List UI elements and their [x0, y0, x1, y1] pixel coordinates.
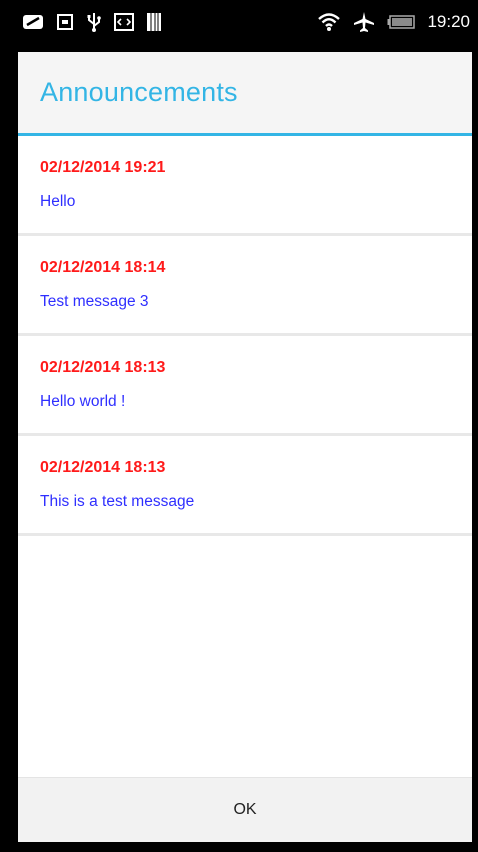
dialog-header: Announcements	[18, 52, 472, 136]
list-item[interactable]: 02/12/2014 18:13 This is a test message	[18, 436, 472, 536]
announcement-list[interactable]: 02/12/2014 19:21 Hello 02/12/2014 18:14 …	[18, 136, 472, 777]
list-item[interactable]: 02/12/2014 19:21 Hello	[18, 136, 472, 236]
dialog-footer: OK	[18, 777, 472, 842]
announcement-date: 02/12/2014 19:21	[40, 159, 166, 176]
announcement-message: Test message 3	[40, 293, 149, 310]
announcement-date: 02/12/2014 18:14	[40, 259, 166, 276]
announcement-message: Hello	[40, 193, 76, 210]
notification-icon	[22, 13, 44, 31]
status-time: 19:20	[427, 12, 470, 31]
announcements-dialog: Announcements 02/12/2014 19:21 Hello 02/…	[18, 52, 472, 842]
airplane-mode-icon	[353, 11, 375, 33]
status-bar-left	[22, 12, 162, 32]
status-bar: 19:20	[0, 0, 478, 44]
status-bar-right: 19:20	[317, 11, 470, 33]
battery-icon	[387, 14, 416, 30]
list-item[interactable]: 02/12/2014 18:13 Hello world !	[18, 336, 472, 436]
developer-icon	[114, 13, 134, 31]
usb-icon	[86, 12, 102, 32]
ok-button[interactable]: OK	[18, 778, 472, 842]
announcement-message: This is a test message	[40, 493, 195, 510]
announcement-date: 02/12/2014 18:13	[40, 459, 166, 476]
phone-screen: 19:20 Announcements 02/12/2014 19:21 Hel…	[0, 0, 478, 852]
announcement-date: 02/12/2014 18:13	[40, 359, 166, 376]
wifi-icon	[317, 12, 341, 32]
list-item[interactable]: 02/12/2014 18:14 Test message 3	[18, 236, 472, 336]
dialog-title: Announcements	[40, 77, 238, 107]
screenshot-icon	[56, 13, 74, 31]
announcement-message: Hello world !	[40, 393, 126, 410]
sim-icon	[146, 12, 162, 32]
